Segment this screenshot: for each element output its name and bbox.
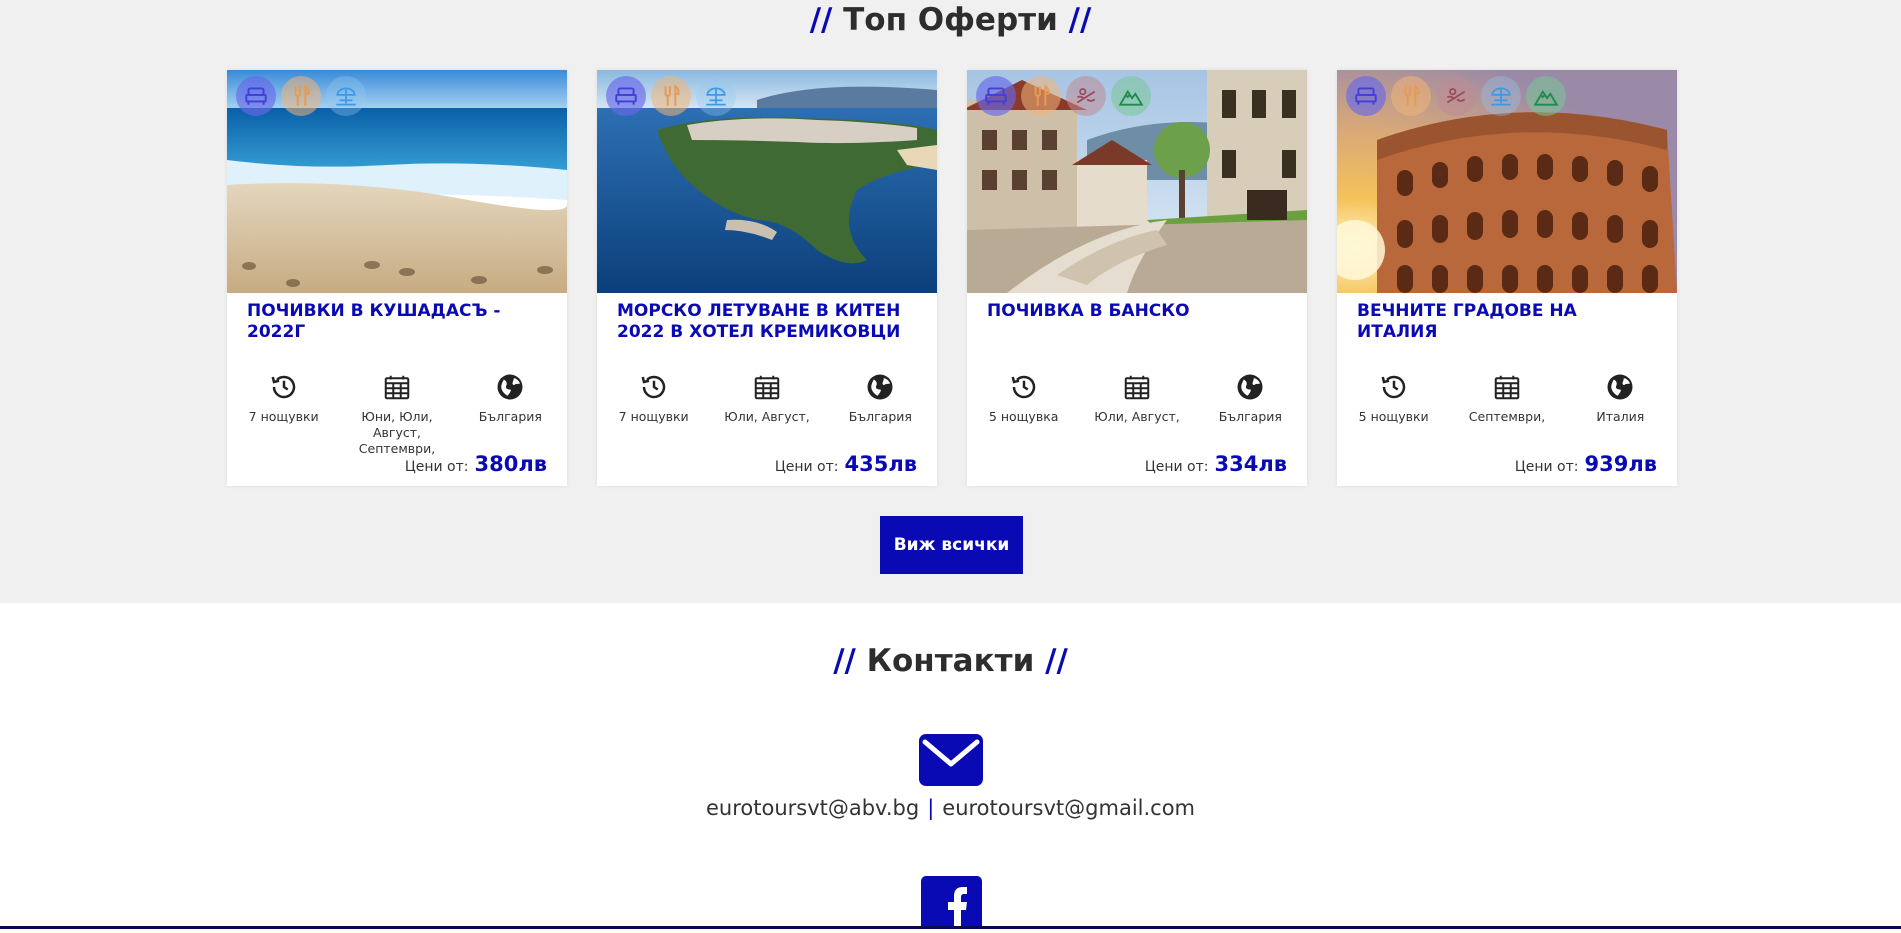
beach-umbrella-icon	[696, 76, 736, 116]
email-link-gmail[interactable]: eurotoursvt@gmail.com	[942, 796, 1195, 820]
fork-knife-icon	[1391, 76, 1431, 116]
offer-card[interactable]: МОРСКО ЛЕТУВАНЕ В КИТЕН 2022 В ХОТЕЛ КРЕ…	[597, 70, 937, 486]
stat-nights-text: 7 нощувки	[618, 409, 689, 424]
stat-nights: 5 нощувка	[967, 372, 1080, 425]
offer-price: Цени от: 435лв	[775, 452, 917, 476]
stat-nights-text: 5 нощувки	[1358, 409, 1429, 424]
stat-months-text: Септември,	[1468, 409, 1546, 424]
stat-country-text: България	[1218, 409, 1282, 424]
facebook-icon[interactable]	[921, 876, 982, 933]
stat-nights: 7 нощувки	[597, 372, 710, 425]
price-value: 380лв	[474, 452, 547, 476]
spa-icon	[1436, 76, 1476, 116]
stat-months-text: Юни, Юли, Август, Септември,	[358, 409, 436, 456]
price-label: Цени от:	[404, 459, 469, 475]
contact-emails: eurotoursvt@abv.bg | eurotoursvt@gmail.com	[0, 796, 1901, 820]
stat-nights-text: 7 нощувки	[248, 409, 319, 424]
stat-country: България	[454, 372, 567, 457]
price-label: Цени от:	[1514, 459, 1579, 475]
contacts-title-text: Контакти	[866, 643, 1035, 679]
view-all-button[interactable]: Виж всички	[880, 516, 1023, 574]
bed-icon	[1346, 76, 1386, 116]
title-slashes-right: //	[1068, 2, 1092, 38]
contacts-title: // Контакти //	[0, 643, 1901, 679]
stat-country: България	[824, 372, 937, 425]
offer-price: Цени от: 939лв	[1515, 452, 1657, 476]
stat-months: Юли, Август,	[710, 372, 823, 425]
beach-umbrella-icon	[326, 76, 366, 116]
beach-umbrella-icon	[1481, 76, 1521, 116]
email-separator: |	[927, 796, 935, 820]
offers-section: // Топ Оферти // ПОЧИВКИ В КУШАДАСЪ - 20…	[0, 0, 1901, 603]
history-icon	[269, 372, 299, 402]
offer-stats: 5 нощувки Септември, Италия	[1337, 372, 1677, 425]
stat-nights: 5 нощувки	[1337, 372, 1450, 425]
bed-icon	[606, 76, 646, 116]
stat-country: Италия	[1564, 372, 1677, 425]
mountain-icon	[1526, 76, 1566, 116]
price-value: 435лв	[844, 452, 917, 476]
price-value: 939лв	[1584, 452, 1657, 476]
title-slashes-left: //	[809, 2, 833, 38]
stat-months: Юли, Август,	[1080, 372, 1193, 425]
fork-knife-icon	[1021, 76, 1061, 116]
stat-country: България	[1194, 372, 1307, 425]
mountain-icon	[1111, 76, 1151, 116]
offer-title[interactable]: ПОЧИВКА В БАНСКО	[987, 301, 1292, 322]
offer-title[interactable]: МОРСКО ЛЕТУВАНЕ В КИТЕН 2022 В ХОТЕЛ КРЕ…	[617, 301, 922, 343]
amenity-icons	[606, 76, 736, 116]
history-icon	[1009, 372, 1039, 402]
stat-months: Юни, Юли, Август, Септември,	[340, 372, 453, 457]
stat-nights: 7 нощувки	[227, 372, 340, 457]
stat-months: Септември,	[1450, 372, 1563, 425]
price-value: 334лв	[1214, 452, 1287, 476]
offers-title: // Топ Оферти //	[0, 2, 1901, 38]
offer-card[interactable]: ВЕЧНИТЕ ГРАДОВЕ НА ИТАЛИЯ 5 нощувки Септ…	[1337, 70, 1677, 486]
amenity-icons	[236, 76, 366, 116]
stat-country-text: Италия	[1596, 409, 1645, 424]
offer-stats: 7 нощувки Юли, Август, България	[597, 372, 937, 425]
globe-icon	[1235, 372, 1265, 402]
offer-stats: 5 нощувка Юли, Август, България	[967, 372, 1307, 425]
email-link-abv[interactable]: eurotoursvt@abv.bg	[706, 796, 919, 820]
globe-icon	[865, 372, 895, 402]
bed-icon	[976, 76, 1016, 116]
bed-icon	[236, 76, 276, 116]
globe-icon	[1605, 372, 1635, 402]
calendar-icon	[382, 372, 412, 402]
fork-knife-icon	[281, 76, 321, 116]
stat-months-text: Юли, Август,	[724, 409, 810, 424]
title-slashes-right: //	[1045, 643, 1068, 679]
calendar-icon	[752, 372, 782, 402]
stat-nights-text: 5 нощувка	[988, 409, 1059, 424]
offer-card[interactable]: ПОЧИВКИ В КУШАДАСЪ - 2022Г 7 нощувки Юни…	[227, 70, 567, 486]
calendar-icon	[1122, 372, 1152, 402]
offer-title[interactable]: ПОЧИВКИ В КУШАДАСЪ - 2022Г	[247, 301, 552, 343]
offer-card[interactable]: ПОЧИВКА В БАНСКО 5 нощувка Юли, Август, …	[967, 70, 1307, 486]
offer-price: Цени от: 380лв	[405, 452, 547, 476]
offer-title[interactable]: ВЕЧНИТЕ ГРАДОВЕ НА ИТАЛИЯ	[1357, 301, 1662, 343]
amenity-icons	[976, 76, 1151, 116]
history-icon	[1379, 372, 1409, 402]
history-icon	[639, 372, 669, 402]
title-slashes-left: //	[833, 643, 856, 679]
price-label: Цени от:	[774, 459, 839, 475]
stat-months-text: Юли, Август,	[1094, 409, 1180, 424]
offers-title-text: Топ Оферти	[843, 2, 1058, 38]
globe-icon	[495, 372, 525, 402]
fork-knife-icon	[651, 76, 691, 116]
stat-country-text: България	[848, 409, 912, 424]
calendar-icon	[1492, 372, 1522, 402]
offer-stats: 7 нощувки Юни, Юли, Август, Септември, Б…	[227, 372, 567, 457]
amenity-icons	[1346, 76, 1566, 116]
envelope-icon[interactable]	[919, 734, 983, 786]
stat-country-text: България	[478, 409, 542, 424]
offer-price: Цени от: 334лв	[1145, 452, 1287, 476]
price-label: Цени от:	[1144, 459, 1209, 475]
spa-icon	[1066, 76, 1106, 116]
